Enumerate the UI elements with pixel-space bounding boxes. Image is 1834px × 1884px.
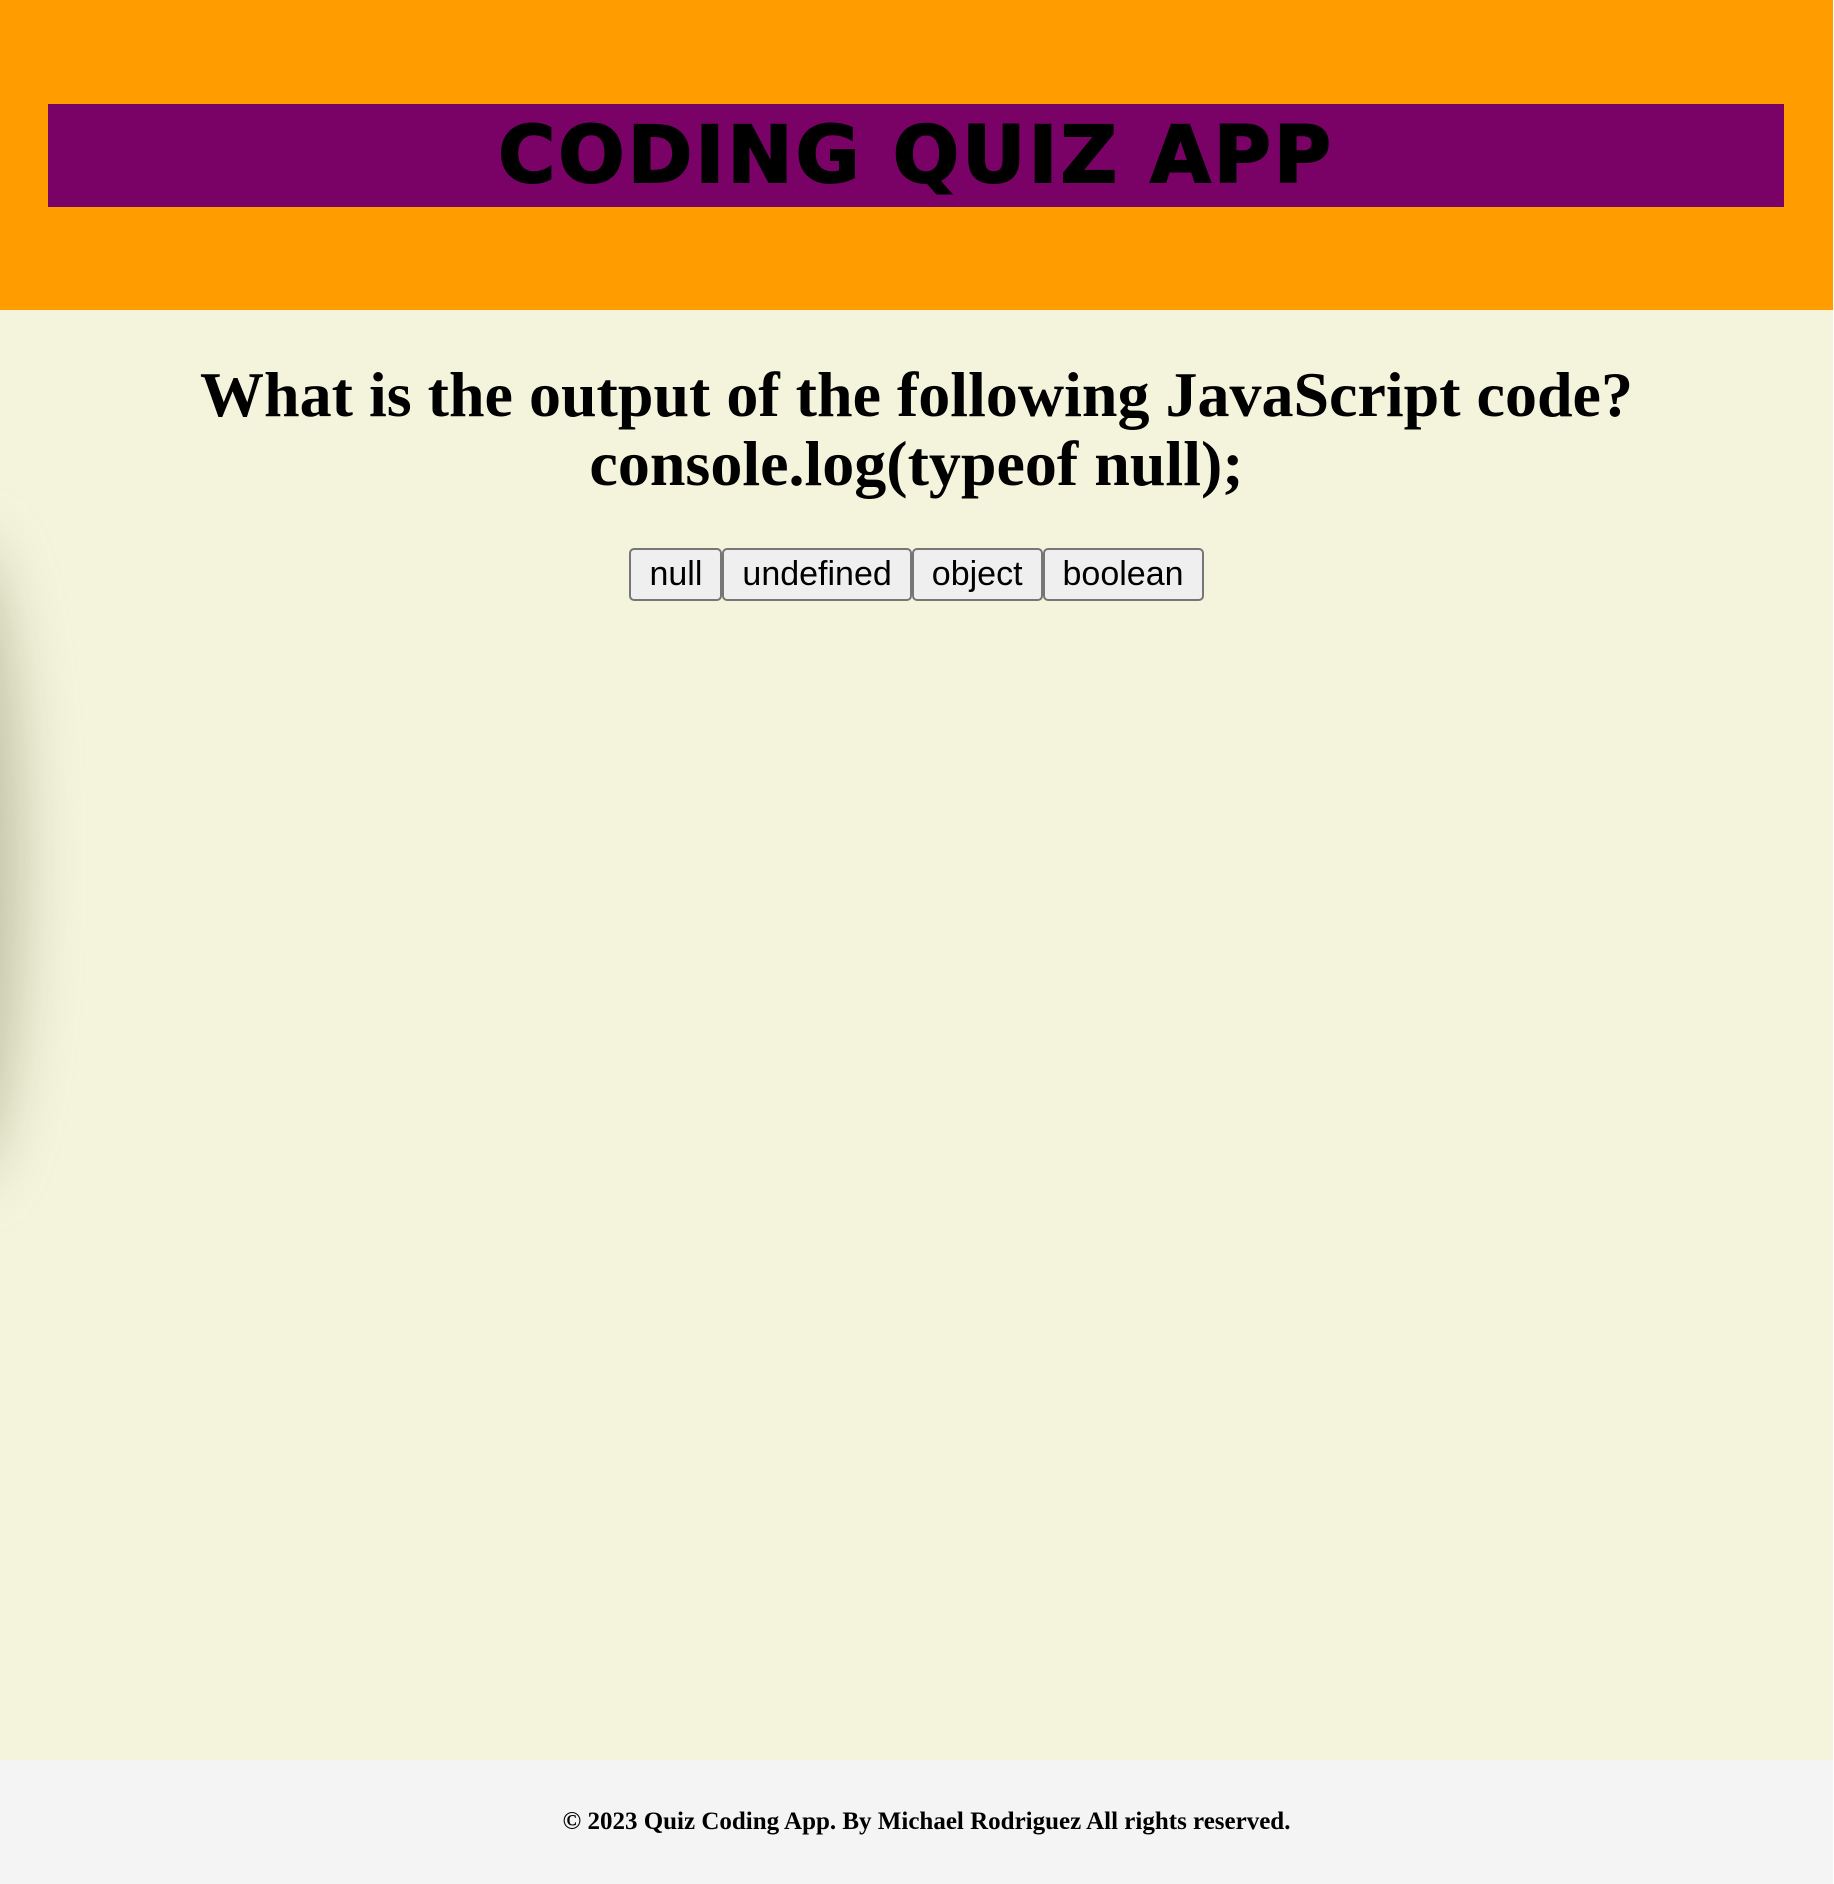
site-header: CODING QUIZ APP — [0, 0, 1833, 310]
site-footer: © 2023 Quiz Coding App. By Michael Rodri… — [0, 1760, 1833, 1884]
question-text: What is the output of the following Java… — [200, 359, 1633, 499]
app-title: CODING QUIZ APP — [497, 110, 1334, 201]
quiz-area: What is the output of the following Java… — [0, 310, 1833, 1760]
answer-button-boolean[interactable]: boolean — [1042, 548, 1204, 601]
decorative-shadow — [0, 540, 20, 1180]
answer-options: null undefined object boolean — [0, 548, 1833, 601]
page: CODING QUIZ APP What is the output of th… — [0, 0, 1834, 1884]
copyright-text: © 2023 Quiz Coding App. By Michael Rodri… — [562, 1808, 1291, 1835]
title-banner: CODING QUIZ APP — [48, 104, 1784, 207]
answer-button-null[interactable]: null — [629, 548, 723, 601]
answer-button-object[interactable]: object — [911, 548, 1043, 601]
answer-button-undefined[interactable]: undefined — [722, 548, 912, 601]
